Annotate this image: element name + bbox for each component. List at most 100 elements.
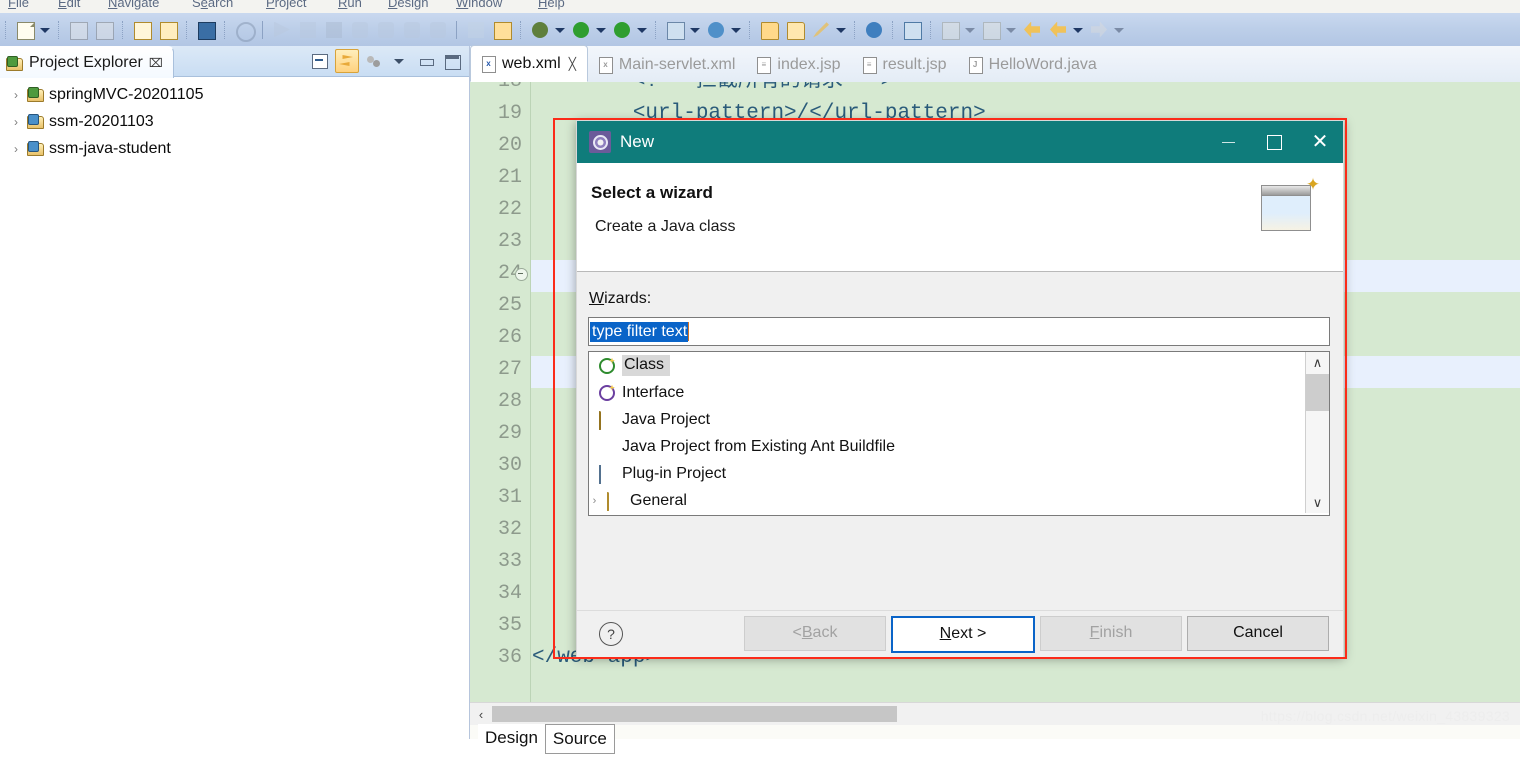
edit-icon[interactable] <box>810 19 832 41</box>
line-number: 30 <box>498 450 522 482</box>
search-icon[interactable] <box>705 19 727 41</box>
search-caret[interactable] <box>729 19 742 41</box>
menu-item-help[interactable]: Help <box>538 0 565 10</box>
view-menu-dots-icon[interactable] <box>363 50 385 72</box>
maximize-icon[interactable] <box>1251 121 1297 163</box>
scroll-down-icon[interactable]: ∨ <box>1306 492 1329 513</box>
tab-main-servlet-xml[interactable]: x Main-servlet.xml <box>588 47 746 82</box>
save-icon[interactable] <box>67 19 89 41</box>
scroll-left-icon[interactable]: ‹ <box>470 707 492 722</box>
finish-button[interactable]: Finish <box>1040 616 1182 651</box>
menu-item-design[interactable]: Design <box>388 0 428 10</box>
next-annotation-caret[interactable] <box>963 19 976 41</box>
wizard-list[interactable]: Class Interface Java Project Java Projec… <box>588 351 1330 516</box>
scroll-up-icon[interactable]: ∧ <box>1306 352 1329 373</box>
console-icon[interactable] <box>195 19 217 41</box>
cancel-button[interactable]: Cancel <box>1187 616 1329 651</box>
run-caret[interactable] <box>594 19 607 41</box>
suspend-icon[interactable] <box>297 19 319 41</box>
list-item[interactable]: › ssm-java-student <box>0 135 469 162</box>
no-debug-icon[interactable] <box>233 19 255 41</box>
new-wizard-caret[interactable] <box>688 19 701 41</box>
view-menu-icon[interactable] <box>389 50 411 72</box>
tab-result-jsp[interactable]: ≡ result.jsp <box>852 47 958 82</box>
menu-item-window[interactable]: Window <box>456 0 502 10</box>
open-resource-icon[interactable] <box>758 19 780 41</box>
run-icon[interactable] <box>570 19 592 41</box>
list-item-plugin-project[interactable]: Plug-in Project <box>589 460 1329 487</box>
open-type-icon[interactable] <box>465 19 487 41</box>
next-button[interactable]: Next > <box>891 616 1035 653</box>
list-vertical-scrollbar[interactable]: ∧ ∨ <box>1305 352 1329 513</box>
terminate-icon[interactable] <box>323 19 345 41</box>
previous-annotation-caret[interactable] <box>1004 19 1017 41</box>
collapse-all-icon[interactable] <box>309 50 331 72</box>
new-icon[interactable] <box>14 19 36 41</box>
list-item[interactable]: › ssm-20201103 <box>0 108 469 135</box>
chevron-right-icon[interactable]: › <box>10 115 22 129</box>
menu-item-run[interactable]: Run <box>338 0 362 10</box>
new-dropdown-caret[interactable] <box>38 19 51 41</box>
debug-caret[interactable] <box>553 19 566 41</box>
close-icon[interactable]: ╳ <box>569 57 576 71</box>
list-item-java-project[interactable]: Java Project <box>589 406 1329 433</box>
list-item-general[interactable]: › General <box>589 487 1329 514</box>
run-server-caret[interactable] <box>635 19 648 41</box>
tab-design[interactable]: Design <box>478 724 545 752</box>
minimize-icon[interactable] <box>1205 121 1251 163</box>
step-return-icon[interactable] <box>427 19 449 41</box>
open-folder-icon[interactable] <box>784 19 806 41</box>
export-icon[interactable] <box>157 19 179 41</box>
menu-item-project[interactable]: Project <box>266 0 306 10</box>
tab-helloword-java[interactable]: J HelloWord.java <box>958 47 1108 82</box>
next-annotation-icon[interactable] <box>939 19 961 41</box>
run-server-icon[interactable] <box>611 19 633 41</box>
step-into-icon[interactable] <box>375 19 397 41</box>
maximize-icon[interactable] <box>441 50 463 72</box>
tab-project-explorer[interactable]: Project Explorer ⌧ <box>0 46 174 78</box>
hscroll-thumb[interactable] <box>492 706 897 722</box>
back-history-icon[interactable] <box>1021 19 1043 41</box>
edit-caret[interactable] <box>834 19 847 41</box>
vscroll-thumb[interactable] <box>1306 374 1329 411</box>
menu-item-edit[interactable]: Edit <box>58 0 80 10</box>
back-button[interactable]: < Back <box>744 616 886 651</box>
list-item-ant-buildfile[interactable]: Java Project from Existing Ant Buildfile <box>589 433 1329 460</box>
open-task-icon[interactable] <box>491 19 513 41</box>
dialog-title-bar[interactable]: New ✕ <box>577 121 1343 163</box>
tab-source[interactable]: Source <box>545 724 615 754</box>
step-over-icon[interactable] <box>401 19 423 41</box>
wizard-banner-icon: ✦ <box>1261 177 1323 235</box>
code-fold-toggle[interactable] <box>515 268 528 281</box>
disconnect-icon[interactable] <box>349 19 371 41</box>
chevron-right-icon[interactable]: › <box>10 142 22 156</box>
run-as-server-icon[interactable] <box>901 19 923 41</box>
previous-annotation-icon[interactable] <box>980 19 1002 41</box>
chevron-right-icon[interactable]: › <box>10 88 22 102</box>
help-icon[interactable]: ? <box>599 622 623 646</box>
web-browser-icon[interactable] <box>863 19 885 41</box>
close-icon[interactable]: ⌧ <box>149 56 163 70</box>
list-item[interactable]: › springMVC-20201105 <box>0 81 469 108</box>
menu-item-file[interactable]: File <box>8 0 29 10</box>
filter-input[interactable]: type filter text <box>588 317 1330 346</box>
back-caret[interactable] <box>1071 19 1084 41</box>
minimize-icon[interactable] <box>415 50 437 72</box>
menu-item-search[interactable]: Search <box>192 0 233 10</box>
tab-web-xml[interactable]: x web.xml ╳ <box>470 45 588 82</box>
save-all-icon[interactable] <box>93 19 115 41</box>
forward-caret[interactable] <box>1112 19 1125 41</box>
back-icon[interactable] <box>1047 19 1069 41</box>
resume-icon[interactable] <box>271 19 293 41</box>
list-item-class[interactable]: Class <box>589 352 1329 379</box>
menu-item-navigate[interactable]: Navigate <box>108 0 159 10</box>
debug-icon[interactable] <box>529 19 551 41</box>
tab-index-jsp[interactable]: ≡ index.jsp <box>746 47 851 82</box>
forward-icon[interactable] <box>1088 19 1110 41</box>
print-icon[interactable] <box>131 19 153 41</box>
close-icon[interactable]: ✕ <box>1297 121 1343 163</box>
new-wizard-icon[interactable] <box>664 19 686 41</box>
chevron-right-icon[interactable]: › <box>589 495 600 507</box>
link-with-editor-icon[interactable] <box>335 49 359 73</box>
list-item-interface[interactable]: Interface <box>589 379 1329 406</box>
